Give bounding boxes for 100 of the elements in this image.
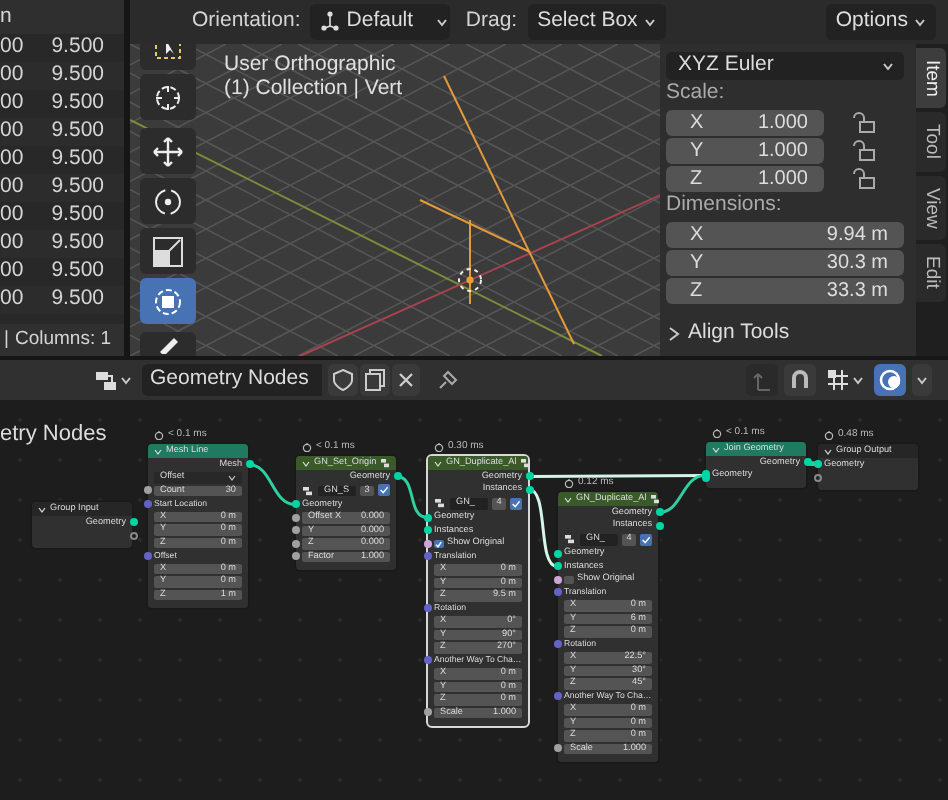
move-tool-icon [150,133,186,169]
stopwatch-icon [154,430,164,440]
table-cell-text: 00 [0,60,26,91]
table-cell-text: 9.500 [49,32,104,63]
checkbox[interactable] [564,575,573,584]
collapse-icon [154,447,162,455]
socket[interactable] [423,656,431,665]
socket[interactable] [553,575,561,584]
rotation-mode-dropdown[interactable]: XYZ Euler [666,52,904,80]
node-tree-icon [564,534,576,545]
socket[interactable] [423,604,431,613]
unlocked-icon[interactable] [852,110,876,134]
viewport-info-text: User Orthographic [224,52,398,76]
overlay-icon [878,368,902,392]
number-field[interactable]: Y 30.3 m [666,249,904,275]
socket[interactable] [291,539,299,548]
pin-icon [436,368,460,392]
panel-header[interactable]: Align Tools [666,316,800,352]
node-editor-icon [94,368,118,392]
caret-icon [916,374,928,386]
sidebar-tab[interactable]: Edit [916,244,946,302]
number-field[interactable]: X 1.000 [666,109,824,135]
table-cell-text: 00 [0,88,26,119]
caret-icon [643,16,656,28]
socket[interactable] [525,472,533,481]
socket[interactable] [553,549,561,558]
socket[interactable] [245,460,253,469]
transform-tool-icon [150,283,186,319]
tool-button[interactable] [140,178,196,224]
table-cell-text: 9.500 [49,228,104,259]
sidebar-tab[interactable]: Tool [916,112,946,172]
orientation-dropdown[interactable]: Default [310,4,451,40]
sidebar-tab[interactable]: View [916,175,946,241]
table-cell-text: 00 [0,116,26,147]
socket[interactable] [423,539,431,548]
socket[interactable] [655,508,663,517]
options-dropdown[interactable]: Options [825,4,936,40]
sidebar-tab[interactable]: Item [916,48,946,109]
overlay-dropdown[interactable] [912,364,932,396]
magnet-icon [788,368,812,392]
socket[interactable] [525,485,533,494]
socket[interactable] [701,469,709,482]
collapse-icon [38,505,46,513]
table-cell-text: 00 [0,200,26,231]
socket[interactable] [553,562,561,571]
drag-dropdown[interactable]: Select Box [527,4,666,40]
tool-button[interactable] [140,228,196,274]
field-label: Scale: [666,80,727,108]
stopwatch-icon [712,428,722,438]
node-link [248,463,296,506]
socket[interactable] [423,526,431,535]
table-cell-text: 9.500 [49,116,104,147]
overlay-toggle[interactable] [874,364,906,396]
checkbox[interactable] [434,539,443,548]
close-button[interactable] [392,364,420,396]
stopwatch-icon [824,430,834,440]
number-field[interactable]: Z 1.000 [666,165,824,191]
snap-button[interactable] [784,364,816,396]
collapse-icon [564,495,572,503]
unlocked-icon[interactable] [852,166,876,190]
socket[interactable] [393,472,401,481]
number-field[interactable]: X 9.94 m [666,221,904,247]
socket[interactable] [291,552,299,561]
unlocked-icon[interactable] [852,138,876,162]
number-field[interactable]: Z 33.3 m [666,277,904,303]
socket[interactable] [423,552,431,561]
caret-icon [435,16,448,28]
table-cell-text: 9.500 [49,284,104,315]
node-tree-field[interactable]: Geometry Nodes [142,364,322,396]
socket[interactable] [813,460,821,469]
socket[interactable] [291,500,299,509]
snap-mode-dropdown[interactable] [822,364,868,396]
node-link [807,461,817,466]
socket[interactable] [129,518,137,527]
duplicate-button[interactable] [360,364,390,396]
node-group-icon [380,458,391,468]
socket[interactable] [803,458,811,467]
socket[interactable] [143,486,151,495]
socket[interactable] [423,513,431,522]
tool-button[interactable] [140,278,196,324]
table-cell-text: 00 [0,172,26,203]
caret-icon [852,374,864,386]
socket[interactable] [553,744,561,753]
annotate-tool-icon [159,338,177,354]
socket[interactable] [291,526,299,535]
socket[interactable] [423,708,431,717]
number-field[interactable]: Y 1.000 [666,137,824,163]
tool-button[interactable] [140,128,196,174]
collapse-icon [302,459,310,467]
table-cell-text: 9.500 [49,172,104,203]
close-icon [396,370,416,390]
caret-icon [914,16,926,28]
viewport-info-text: (1) Collection | Vert [224,76,403,100]
table-cell-text: 9.500 [49,60,104,91]
table-cell-text: 00 [0,144,26,175]
socket[interactable] [291,513,299,522]
socket[interactable] [655,521,663,530]
fake-user-button[interactable] [328,364,358,396]
tool-button[interactable] [140,74,196,120]
column-heading: n [0,1,12,32]
